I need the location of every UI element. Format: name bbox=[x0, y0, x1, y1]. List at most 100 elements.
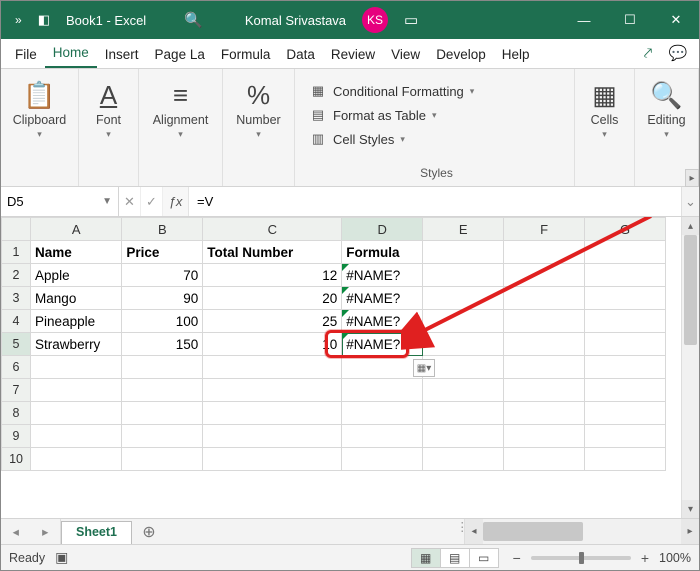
cell-F7[interactable] bbox=[504, 379, 585, 402]
zoom-slider-knob[interactable] bbox=[579, 552, 584, 564]
cell-A10[interactable] bbox=[31, 448, 122, 471]
cell-D1[interactable]: Formula bbox=[342, 241, 423, 264]
cell-E4[interactable] bbox=[423, 310, 504, 333]
cell-B4[interactable]: 100 bbox=[122, 310, 203, 333]
row-header-10[interactable]: 10 bbox=[2, 448, 31, 471]
vertical-scroll-thumb[interactable] bbox=[684, 235, 697, 345]
search-icon[interactable]: 🔍 bbox=[160, 11, 239, 29]
name-box-input[interactable] bbox=[7, 194, 87, 209]
cell-C3[interactable]: 20 bbox=[203, 287, 342, 310]
tab-formulas[interactable]: Formula bbox=[213, 43, 279, 68]
tab-view[interactable]: View bbox=[383, 43, 428, 68]
autofill-options-button[interactable]: ▦▾ bbox=[413, 359, 435, 377]
view-normal-button[interactable]: ▦ bbox=[411, 548, 441, 568]
cell-A3[interactable]: Mango bbox=[31, 287, 122, 310]
col-header-E[interactable]: E bbox=[423, 218, 504, 241]
minimize-button[interactable]: — bbox=[561, 1, 607, 39]
cell-C2[interactable]: 12 bbox=[203, 264, 342, 287]
cell-C8[interactable] bbox=[203, 402, 342, 425]
tab-help[interactable]: Help bbox=[494, 43, 538, 68]
cell-E10[interactable] bbox=[423, 448, 504, 471]
cell-C4[interactable]: 25 bbox=[203, 310, 342, 333]
cell-F9[interactable] bbox=[504, 425, 585, 448]
cell-F5[interactable] bbox=[504, 333, 585, 356]
quick-access-more-icon[interactable]: » bbox=[1, 13, 32, 27]
cell-D10[interactable] bbox=[342, 448, 423, 471]
cell-A5[interactable]: Strawberry bbox=[31, 333, 122, 356]
scroll-right-button[interactable]: ▸ bbox=[681, 519, 699, 544]
zoom-slider[interactable] bbox=[531, 556, 631, 560]
cell-G2[interactable] bbox=[585, 264, 666, 287]
row-header-9[interactable]: 9 bbox=[2, 425, 31, 448]
cell-A8[interactable] bbox=[31, 402, 122, 425]
cell-C6[interactable] bbox=[203, 356, 342, 379]
tab-split-grip[interactable]: ⋮ bbox=[456, 519, 464, 544]
cell-G7[interactable] bbox=[585, 379, 666, 402]
enter-formula-button[interactable]: ✓ bbox=[141, 187, 163, 216]
cell-D6[interactable] bbox=[342, 356, 423, 379]
tab-page-layout[interactable]: Page La bbox=[147, 43, 213, 68]
row-header-8[interactable]: 8 bbox=[2, 402, 31, 425]
number-button[interactable]: % Number ▾ bbox=[236, 75, 280, 184]
vertical-scrollbar[interactable]: ▴ ▾ bbox=[681, 217, 699, 518]
cell-F4[interactable] bbox=[504, 310, 585, 333]
cell-D4[interactable]: #NAME? bbox=[342, 310, 423, 333]
cell-G6[interactable] bbox=[585, 356, 666, 379]
tab-developer[interactable]: Develop bbox=[428, 43, 494, 68]
sheet-tab-sheet1[interactable]: Sheet1 bbox=[61, 521, 132, 544]
cell-F8[interactable] bbox=[504, 402, 585, 425]
cell-G3[interactable] bbox=[585, 287, 666, 310]
cell-E8[interactable] bbox=[423, 402, 504, 425]
cell-D9[interactable] bbox=[342, 425, 423, 448]
scroll-down-button[interactable]: ▾ bbox=[682, 500, 699, 518]
zoom-in-button[interactable]: + bbox=[637, 550, 653, 566]
horizontal-scroll-thumb[interactable] bbox=[483, 522, 583, 541]
cell-E9[interactable] bbox=[423, 425, 504, 448]
cell-E2[interactable] bbox=[423, 264, 504, 287]
cell-A1[interactable]: Name bbox=[31, 241, 122, 264]
cell-G8[interactable] bbox=[585, 402, 666, 425]
cell-A7[interactable] bbox=[31, 379, 122, 402]
row-header-7[interactable]: 7 bbox=[2, 379, 31, 402]
cell-G10[interactable] bbox=[585, 448, 666, 471]
col-header-F[interactable]: F bbox=[504, 218, 585, 241]
cell-B1[interactable]: Price bbox=[122, 241, 203, 264]
tab-home[interactable]: Home bbox=[45, 41, 97, 68]
cell-C5[interactable]: ! 10 bbox=[203, 333, 342, 356]
cell-E7[interactable] bbox=[423, 379, 504, 402]
cancel-formula-button[interactable]: ✕ bbox=[119, 187, 141, 216]
cell-E3[interactable] bbox=[423, 287, 504, 310]
ribbon-display-options-icon[interactable]: ▭ bbox=[398, 11, 424, 29]
font-button[interactable]: A Font ▾ bbox=[96, 75, 121, 184]
cell-D8[interactable] bbox=[342, 402, 423, 425]
cell-styles-button[interactable]: ▥ Cell Styles ▾ bbox=[305, 129, 568, 149]
share-button[interactable]: ⤤ bbox=[633, 41, 663, 68]
close-button[interactable]: ✕ bbox=[653, 1, 699, 39]
clipboard-button[interactable]: 📋 Clipboard ▾ bbox=[13, 75, 67, 184]
cell-B8[interactable] bbox=[122, 402, 203, 425]
cells-button[interactable]: ▦ Cells ▾ bbox=[591, 75, 619, 184]
maximize-button[interactable]: ☐ bbox=[607, 1, 653, 39]
cell-D2[interactable]: #NAME? bbox=[342, 264, 423, 287]
cell-A4[interactable]: Pineapple bbox=[31, 310, 122, 333]
select-all-button[interactable] bbox=[2, 218, 31, 241]
row-header-4[interactable]: 4 bbox=[2, 310, 31, 333]
col-header-C[interactable]: C bbox=[203, 218, 342, 241]
zoom-out-button[interactable]: − bbox=[509, 550, 525, 566]
scroll-left-button[interactable]: ◂ bbox=[465, 519, 483, 544]
col-header-D[interactable]: D bbox=[342, 218, 423, 241]
comments-button[interactable]: 💬 bbox=[663, 40, 693, 68]
cell-C10[interactable] bbox=[203, 448, 342, 471]
cell-G1[interactable] bbox=[585, 241, 666, 264]
name-box-dropdown-icon[interactable]: ▼ bbox=[102, 196, 112, 207]
row-header-1[interactable]: 1 bbox=[2, 241, 31, 264]
col-header-G[interactable]: G bbox=[585, 218, 666, 241]
cell-E5[interactable] bbox=[423, 333, 504, 356]
tab-insert[interactable]: Insert bbox=[97, 43, 147, 68]
ribbon-scroll-right[interactable]: ▸ bbox=[685, 169, 699, 187]
expand-formula-bar-button[interactable]: ⌄ bbox=[681, 187, 699, 216]
sheet-next-button[interactable]: ▸ bbox=[42, 524, 48, 539]
cell-B10[interactable] bbox=[122, 448, 203, 471]
formula-input[interactable] bbox=[197, 194, 673, 209]
row-header-5[interactable]: 5 bbox=[2, 333, 31, 356]
